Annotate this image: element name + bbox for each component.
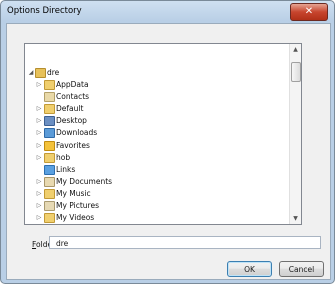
scroll-down-button[interactable]: ▼ — [290, 213, 301, 224]
expand-arrow-icon[interactable]: ▷ — [36, 200, 42, 211]
expand-arrow-icon[interactable]: ▷ — [36, 103, 42, 114]
contacts-folder-icon — [44, 92, 55, 103]
tree-item-label: hob — [56, 152, 71, 162]
tree-item[interactable]: ▷ My Videos — [25, 212, 285, 224]
tree-root-label: dre — [47, 68, 60, 77]
tree-item[interactable]: Links — [25, 164, 285, 175]
window-title: Options Directory — [7, 6, 82, 16]
tree-scrollbar[interactable]: ▲ ▼ — [289, 44, 301, 224]
close-button[interactable]: ✕ — [290, 3, 328, 21]
expand-arrow-icon[interactable]: ▷ — [36, 127, 42, 138]
tree-item[interactable]: ▷ hob — [25, 152, 285, 163]
expand-arrow-icon[interactable]: ▷ — [36, 115, 42, 126]
tree-item[interactable]: ▷ My Documents — [25, 176, 285, 187]
folder-icon — [44, 80, 55, 90]
tree-item[interactable]: ▷ Desktop — [25, 115, 285, 127]
tree-item[interactable]: ▷ My Pictures — [25, 200, 285, 211]
videos-folder-icon — [44, 213, 55, 224]
tree-item-label: My Pictures — [56, 201, 99, 210]
scroll-down-arrow-icon: ▼ — [293, 215, 298, 222]
links-folder-icon — [44, 164, 55, 175]
tree-item[interactable]: Contacts — [25, 91, 285, 103]
music-folder-icon — [44, 188, 55, 199]
title-bar[interactable]: Options Directory ✕ — [1, 1, 334, 23]
tree-item-label: Favorites — [56, 140, 90, 150]
tree-item-label: Contacts — [56, 92, 90, 102]
expand-arrow-icon[interactable]: ▷ — [36, 188, 42, 199]
expand-arrow-icon[interactable]: ▷ — [36, 152, 42, 163]
scroll-thumb[interactable] — [291, 62, 301, 82]
pictures-folder-icon — [44, 201, 55, 211]
expand-arrow-icon[interactable]: ▷ — [36, 79, 42, 90]
downloads-folder-icon — [44, 128, 55, 139]
tree-item-label: Links — [56, 164, 76, 174]
tree-item-label: Desktop — [56, 116, 87, 126]
expand-arrow-icon[interactable]: ▷ — [36, 140, 42, 151]
folder-input[interactable]: dre — [49, 236, 321, 249]
tree-item-label: Default — [56, 104, 84, 114]
favorites-folder-icon — [44, 140, 55, 151]
close-icon: ✕ — [304, 6, 314, 17]
ok-button[interactable]: OK — [227, 261, 272, 277]
expand-arrow-icon[interactable]: ▷ — [36, 212, 42, 223]
folder-tree[interactable]: ◢ dre ▷ AppData Contacts ▷ Default ▷ Desktop ▷ D… — [24, 43, 302, 225]
tree-root-item[interactable]: ◢ dre — [25, 67, 285, 78]
documents-folder-icon — [44, 176, 55, 187]
tree-item-label: My Videos — [56, 213, 95, 223]
folder-icon — [44, 152, 55, 163]
tree-item[interactable]: ▷ Favorites — [25, 140, 285, 151]
collapse-arrow-icon[interactable]: ◢ — [28, 67, 34, 78]
scroll-up-arrow-icon: ▲ — [293, 46, 298, 53]
expand-arrow-icon[interactable]: ▷ — [36, 176, 42, 187]
tree-item[interactable]: ▷ My Music — [25, 188, 285, 199]
user-folder-icon — [35, 68, 46, 78]
folder-icon — [44, 104, 55, 115]
desktop-folder-icon — [44, 116, 55, 127]
tree-item-label: AppData — [56, 80, 89, 89]
tree-item-label: My Music — [56, 188, 91, 198]
scroll-up-button[interactable]: ▲ — [290, 44, 301, 55]
tree-item-label: My Documents — [56, 176, 113, 186]
cancel-button[interactable]: Cancel — [279, 261, 324, 277]
tree-item[interactable]: ▷ Downloads — [25, 127, 285, 139]
tree-item[interactable]: ▷ Default — [25, 103, 285, 115]
tree-item[interactable]: ▷ AppData — [25, 79, 285, 90]
tree-item-label: Downloads — [56, 128, 98, 138]
